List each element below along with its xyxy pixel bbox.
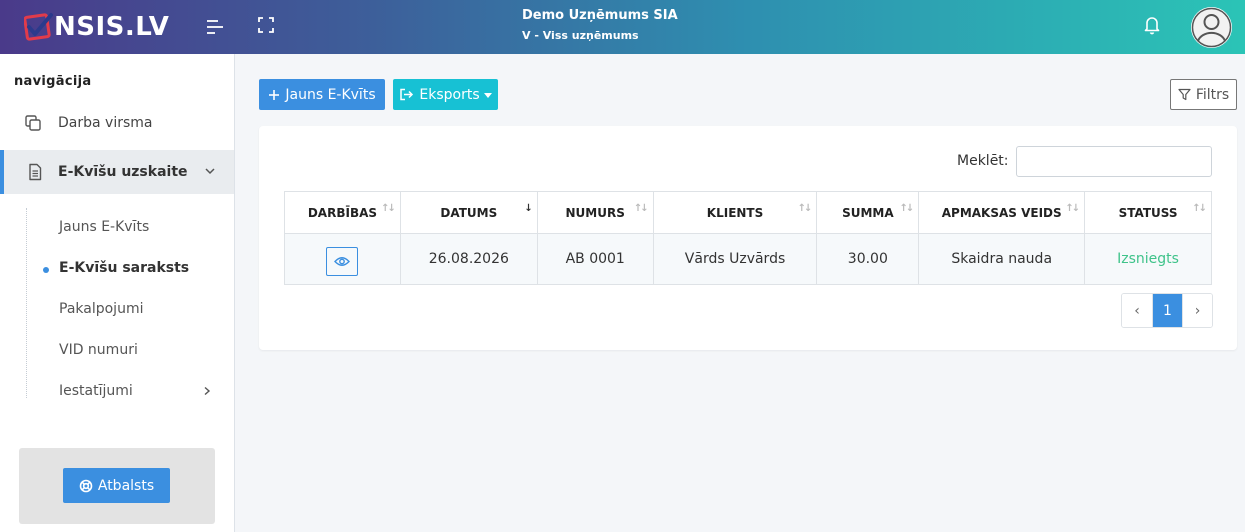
sidebar: navigācija Darba virsma E-Kvīšu uzskaite… (0, 54, 235, 532)
cell-actions (284, 233, 401, 285)
sidebar-item-label: Darba virsma (58, 115, 153, 131)
cell-sum: 30.00 (816, 233, 920, 285)
logo-text: NSIS.LV (54, 12, 170, 42)
submenu-item-receipt-list[interactable]: E-Kvīšu saraksts (59, 260, 189, 276)
column-header-client[interactable]: KLIENTS ↑↓ (652, 191, 818, 234)
sort-icon: ↑↓ (797, 203, 813, 214)
receipts-table: DARBĪBAS ↑↓ DATUMS ↓ NUMURS ↑↓ KLIENTS ↑↓ SU… (284, 191, 1212, 285)
menu-toggle-icon[interactable] (205, 17, 225, 37)
logo[interactable]: NSIS.LV (23, 10, 170, 44)
sort-icon: ↑↓ (633, 203, 649, 214)
new-receipt-label: Jauns E-Kvīts (285, 86, 376, 103)
sidebar-item-dashboard[interactable]: Darba virsma (0, 101, 234, 145)
status-badge: Izsniegts (1117, 251, 1179, 267)
search-input[interactable] (1016, 146, 1212, 177)
company-name: Demo Uzņēmums SIA (522, 8, 678, 23)
cell-client: Vārds Uzvārds (652, 233, 818, 285)
active-dot-icon (43, 267, 49, 273)
column-header-sum[interactable]: SUMMA ↑↓ (816, 191, 920, 234)
logo-check-icon (23, 12, 56, 42)
filter-icon (1178, 88, 1191, 101)
sidebar-item-label: E-Kvīšu uzskaite (58, 164, 188, 180)
submenu-item-settings[interactable]: Iestatījumi (59, 383, 133, 399)
filter-label: Filtrs (1195, 86, 1230, 103)
column-header-status[interactable]: STATUSS ↑↓ (1084, 191, 1212, 234)
search-label: Meklēt: (957, 153, 1009, 169)
submenu-tree-line (26, 208, 27, 398)
cell-date: 26.08.2026 (399, 233, 538, 285)
sidebar-item-e-receipts[interactable]: E-Kvīšu uzskaite (0, 150, 234, 194)
column-header-actions[interactable]: DARBĪBAS ↑↓ (284, 191, 401, 234)
fullscreen-icon[interactable] (258, 17, 274, 33)
filter-button[interactable]: Filtrs (1170, 79, 1237, 110)
table-row: 26.08.2026 AB 0001 Vārds Uzvārds 30.00 S… (284, 233, 1212, 285)
support-box: Atbalsts (19, 448, 215, 524)
document-icon (26, 163, 44, 181)
pagination-page-1[interactable]: 1 (1152, 294, 1182, 327)
company-subtitle: V - Viss uzņēmums (522, 29, 639, 42)
top-bar: NSIS.LV Demo Uzņēmums SIA V - Viss uzņēm… (0, 0, 1245, 54)
caret-down-icon (483, 92, 492, 98)
sort-icon: ↑↓ (1065, 203, 1080, 214)
column-header-date[interactable]: DATUMS ↓ (399, 191, 538, 234)
pagination: ‹ 1 › (1121, 293, 1213, 328)
submenu-item-vid-numbers[interactable]: VID numuri (59, 342, 138, 358)
cell-payment-type: Skaidra nauda (918, 233, 1086, 285)
new-receipt-button[interactable]: Jauns E-Kvīts (259, 79, 385, 110)
cell-number: AB 0001 (536, 233, 654, 285)
export-dropdown-button[interactable]: Eksports (393, 79, 498, 110)
support-button[interactable]: Atbalsts (63, 468, 170, 503)
submenu-item-services[interactable]: Pakalpojumi (59, 301, 143, 317)
pagination-next-button[interactable]: › (1182, 294, 1212, 327)
plus-icon (269, 89, 280, 100)
chevron-right-icon (202, 384, 212, 396)
sort-icon: ↑↓ (1192, 203, 1207, 214)
export-label: Eksports (419, 86, 480, 103)
user-avatar-icon[interactable] (1191, 7, 1232, 48)
chevron-down-icon (204, 165, 216, 177)
receipts-card: Meklēt: DARBĪBAS ↑↓ DATUMS ↓ NUMURS ↑↓ KLIE… (259, 126, 1237, 350)
company-selector[interactable]: Demo Uzņēmums SIA V - Viss uzņēmums (522, 8, 678, 42)
lifebuoy-icon (79, 479, 93, 492)
submenu-item-new-receipt[interactable]: Jauns E-Kvīts (59, 219, 149, 235)
nav-heading: navigācija (14, 74, 92, 89)
view-button[interactable] (326, 247, 359, 276)
column-header-number[interactable]: NUMURS ↑↓ (536, 191, 654, 234)
export-icon (400, 88, 414, 101)
cell-status: Izsniegts (1084, 233, 1212, 285)
support-label: Atbalsts (97, 477, 155, 494)
copy-icon (24, 114, 42, 132)
column-header-payment-type[interactable]: APMAKSAS VEIDS ↑↓ (918, 191, 1086, 234)
sort-desc-icon: ↓ (524, 203, 533, 214)
sort-icon: ↑↓ (381, 203, 396, 214)
table-header-row: DARBĪBAS ↑↓ DATUMS ↓ NUMURS ↑↓ KLIENTS ↑↓ SU… (284, 191, 1212, 234)
bell-icon[interactable] (1143, 15, 1161, 35)
eye-icon (334, 257, 351, 266)
pagination-prev-button[interactable]: ‹ (1122, 294, 1152, 327)
sort-icon: ↑↓ (899, 203, 915, 214)
